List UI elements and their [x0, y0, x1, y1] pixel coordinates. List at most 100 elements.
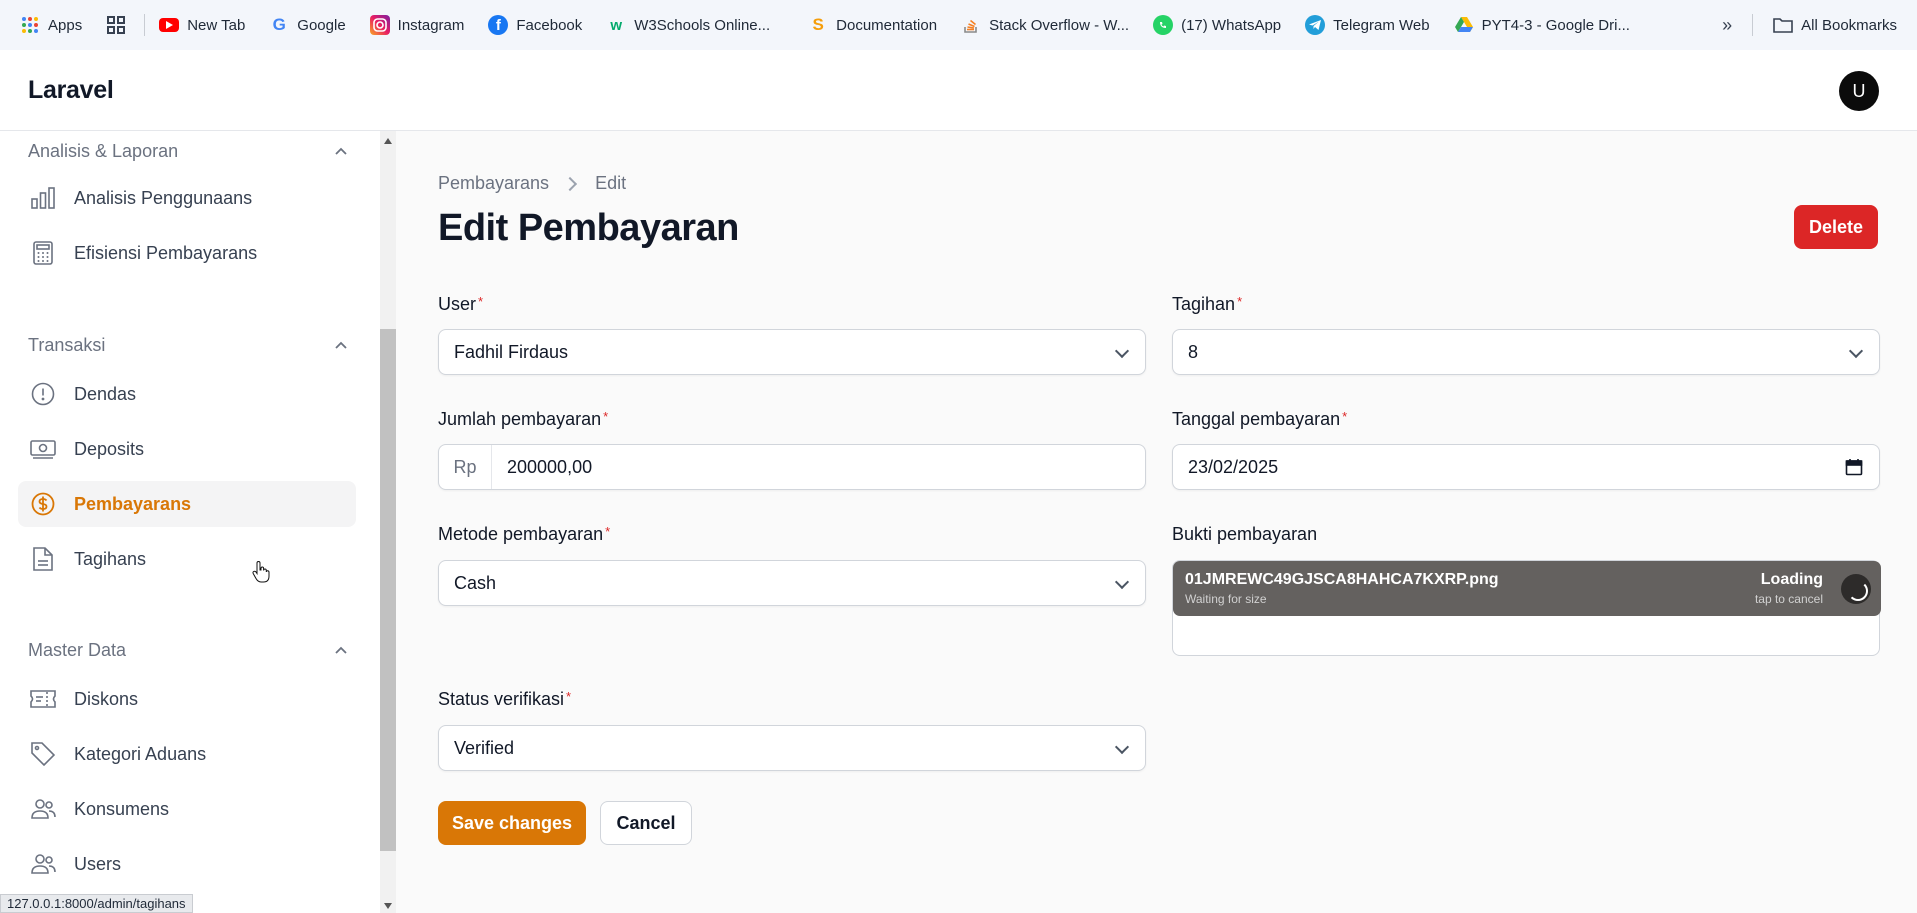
sidebar-item-konsumens[interactable]: Konsumens	[18, 786, 356, 832]
cancel-button[interactable]: Cancel	[600, 801, 692, 845]
required-asterisk: *	[1342, 409, 1348, 424]
bookmark-telegram[interactable]: Telegram Web	[1305, 15, 1430, 35]
sidebar-item-label: Diskons	[74, 688, 139, 709]
brand-logo[interactable]: Laravel	[28, 76, 114, 105]
jumlah-input[interactable]: Rp 200000,00	[438, 444, 1146, 490]
upload-file-item[interactable]: 01JMREWC49GJSCA8HAHCA7KXRP.png Waiting f…	[1173, 561, 1881, 616]
facebook-icon: f	[488, 15, 509, 35]
stackoverflow-icon	[961, 15, 981, 35]
hand-cursor-icon	[252, 561, 270, 583]
banknote-icon	[30, 436, 56, 462]
upload-file-size: Waiting for size	[1185, 592, 1267, 606]
bookmark-stackoverflow[interactable]: Stack Overflow - W...	[961, 15, 1129, 35]
sidebar-item-label: Deposits	[74, 438, 145, 459]
delete-button[interactable]: Delete	[1794, 205, 1878, 249]
jumlah-input-value: 200000,00	[507, 456, 593, 477]
tab-grid-button[interactable]	[106, 15, 126, 35]
bookmark-google[interactable]: G Google	[269, 15, 346, 35]
calendar-icon[interactable]	[1845, 458, 1863, 476]
sidebar-item-diskons[interactable]: Diskons	[18, 676, 356, 722]
required-asterisk: *	[605, 524, 611, 539]
required-asterisk: *	[478, 294, 484, 309]
google-drive-icon	[1454, 15, 1474, 35]
bookmark-label: Apps	[48, 16, 83, 34]
bukti-file-upload[interactable]: 01JMREWC49GJSCA8HAHCA7KXRP.png Waiting f…	[1172, 560, 1881, 656]
loading-spinner-icon[interactable]	[1841, 574, 1871, 604]
sidebar-item-tagihans[interactable]: Tagihans	[18, 536, 356, 582]
bookmark-label: Telegram Web	[1333, 16, 1430, 34]
main-content: Pembayarans Edit Edit Pembayaran Delete …	[396, 131, 1917, 913]
sidebar-item-pembayarans[interactable]: Pembayarans	[18, 481, 356, 527]
upload-tap-to-cancel: tap to cancel	[1754, 592, 1823, 606]
bookmark-documentation[interactable]: S Documentation	[808, 15, 937, 35]
telegram-icon	[1305, 15, 1326, 35]
chevron-double-right-icon[interactable]: »	[1722, 15, 1732, 36]
tanggal-date-input[interactable]: 23/02/2025	[1172, 444, 1880, 490]
sidebar-item-label: Konsumens	[74, 798, 170, 819]
sidebar-item-users[interactable]: Users	[18, 841, 356, 887]
user-label: User *	[438, 294, 483, 315]
bookmark-label: Documentation	[836, 16, 938, 34]
bookmark-label: Google	[297, 16, 346, 34]
bookmark-new-tab[interactable]: New Tab	[159, 17, 245, 34]
sidebar-item-dendas[interactable]: Dendas	[18, 371, 356, 417]
dollar-circle-icon	[30, 491, 56, 517]
folder-icon	[1773, 18, 1793, 33]
app-header: Laravel U	[0, 50, 1917, 131]
bookmarks-right: » All Bookmarks	[1722, 0, 1897, 50]
tagihan-select-value: 8	[1188, 341, 1199, 362]
bookmark-google-drive[interactable]: PYT4-3 - Google Dri...	[1454, 15, 1630, 35]
avatar[interactable]: U	[1839, 71, 1879, 111]
user-select-value: Fadhil Firdaus	[454, 341, 569, 362]
tag-icon	[30, 741, 56, 767]
bookmark-apps[interactable]: Apps	[20, 15, 82, 35]
sidebar-scrollbar[interactable]	[380, 131, 396, 913]
breadcrumb-pembayarans[interactable]: Pembayarans	[438, 173, 549, 194]
bookmark-w3schools[interactable]: w W3Schools Online...	[606, 15, 770, 35]
bookmark-facebook[interactable]: f Facebook	[488, 15, 582, 35]
user-select[interactable]: Fadhil Firdaus	[438, 329, 1146, 375]
sidebar-group-transaksi[interactable]: Transaksi	[28, 335, 348, 356]
scrollbar-thumb[interactable]	[380, 329, 396, 851]
bookmark-label: W3Schools Online...	[634, 16, 771, 34]
bookmark-label: Facebook	[516, 16, 583, 34]
chevron-right-icon	[562, 176, 578, 191]
w3schools-icon: w	[610, 16, 623, 34]
save-changes-button[interactable]: Save changes	[438, 801, 586, 845]
scroll-up-arrow-icon[interactable]	[384, 138, 392, 144]
bookmark-separator	[144, 14, 146, 36]
bookmark-label: Stack Overflow - W...	[989, 16, 1130, 34]
tanggal-input-value: 23/02/2025	[1188, 456, 1279, 477]
sidebar-item-label: Tagihans	[74, 548, 147, 569]
google-icon: G	[272, 15, 286, 34]
chevron-up-icon	[335, 147, 347, 155]
jumlah-label: Jumlah pembayaran *	[438, 409, 608, 430]
status-url-tooltip: 127.0.0.1:8000/admin/tagihans	[0, 894, 193, 913]
all-bookmarks-button[interactable]: All Bookmarks	[1773, 17, 1897, 34]
status-select[interactable]: Verified	[438, 725, 1146, 771]
bookmark-label: New Tab	[187, 16, 246, 34]
page-title: Edit Pembayaran	[438, 207, 739, 249]
bookmark-whatsapp[interactable]: (17) WhatsApp	[1153, 15, 1281, 35]
apps-grid-icon	[20, 15, 40, 35]
sidebar-group-analisis[interactable]: Analisis & Laporan	[28, 141, 348, 162]
sidebar: Analisis & Laporan Analisis Penggunaans …	[0, 131, 380, 913]
tagihan-label-text: Tagihan	[1172, 294, 1236, 314]
sidebar-item-deposits[interactable]: Deposits	[18, 426, 356, 472]
whatsapp-icon	[1153, 15, 1174, 35]
metode-select[interactable]: Cash	[438, 560, 1146, 606]
sidebar-item-efisiensi-pembayarans[interactable]: Efisiensi Pembayarans	[18, 230, 356, 276]
chevron-down-icon	[1114, 574, 1130, 590]
sidebar-item-label: Analisis Penggunaans	[74, 187, 253, 208]
bookmark-instagram[interactable]: Instagram	[369, 15, 464, 35]
sidebar-item-analisis-penggunaans[interactable]: Analisis Penggunaans	[18, 175, 356, 221]
metode-label-text: Metode pembayaran	[438, 524, 604, 544]
tagihan-select[interactable]: 8	[1172, 329, 1880, 375]
scroll-down-arrow-icon[interactable]	[384, 903, 392, 909]
chevron-up-icon	[335, 646, 347, 654]
sidebar-group-master-data[interactable]: Master Data	[28, 640, 348, 661]
bar-chart-icon	[30, 185, 56, 211]
bookmark-label: (17) WhatsApp	[1181, 16, 1282, 34]
chevron-down-icon	[1114, 343, 1130, 359]
sidebar-item-kategori-aduans[interactable]: Kategori Aduans	[18, 731, 356, 777]
